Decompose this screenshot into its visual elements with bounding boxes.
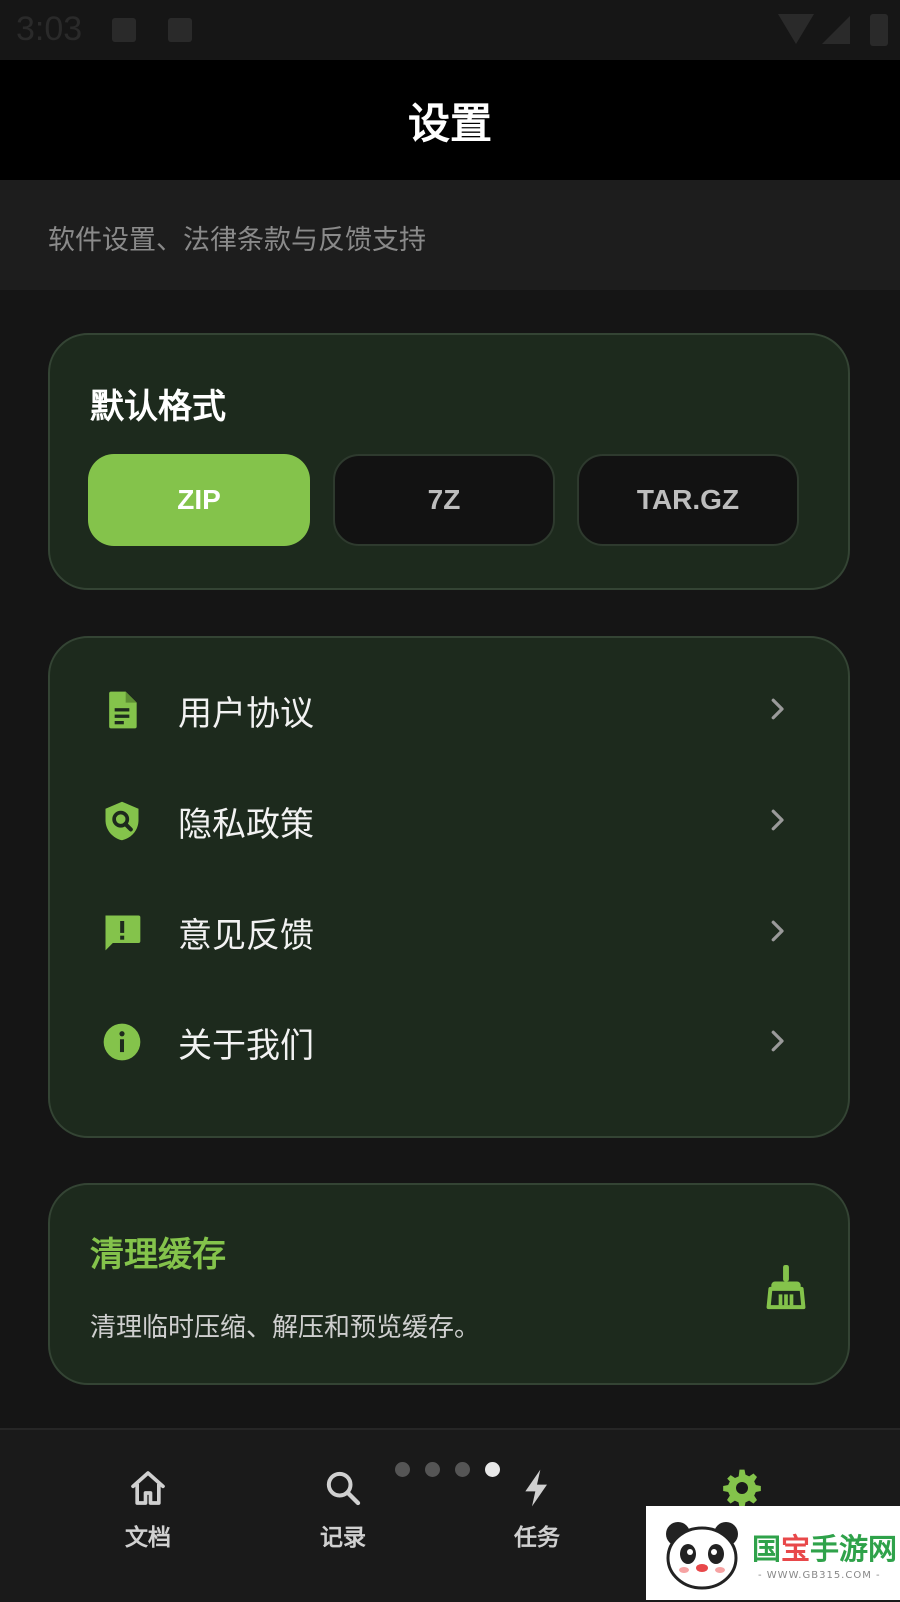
page-dot [425, 1462, 440, 1477]
status-time: 3:03 [16, 10, 83, 48]
format-targz-button[interactable]: TAR.GZ [577, 454, 799, 546]
nav-label-tasks: 任务 [514, 1525, 560, 1551]
default-format-card: 默认格式 ZIP 7Z TAR.GZ [48, 333, 850, 590]
broom-icon[interactable] [764, 1263, 808, 1311]
watermark-logo: 国宝手游网 - WWW.GB315.COM - [646, 1506, 900, 1600]
status-bar: 3:03 [0, 0, 900, 60]
links-card: 用户协议 隐私政策 意见反馈 关于我们 [48, 636, 850, 1138]
page-dot [455, 1462, 470, 1477]
notification-app-icon [168, 18, 192, 42]
about-us-label: 关于我们 [178, 1026, 314, 1066]
panda-icon [666, 1522, 738, 1590]
signal-icon [822, 16, 850, 44]
document-icon [109, 691, 137, 729]
default-format-title: 默认格式 [90, 387, 226, 427]
page-title: 设置 [407, 98, 492, 148]
privacy-policy-label: 隐私政策 [178, 805, 314, 845]
nav-item-records[interactable]: 记录 [283, 1468, 403, 1568]
watermark-url: - WWW.GB315.COM - [758, 1570, 881, 1581]
gear-icon [723, 1469, 761, 1508]
info-icon [103, 1023, 141, 1061]
format-zip-button[interactable]: ZIP [88, 454, 310, 546]
privacy-policy-row[interactable]: 隐私政策 [50, 765, 848, 877]
search-icon [326, 1471, 361, 1506]
bolt-icon [525, 1469, 547, 1507]
about-us-row[interactable]: 关于我们 [50, 986, 848, 1098]
subtitle-band: 软件设置、法律条款与反馈支持 [0, 180, 900, 290]
chevron-right-icon [771, 920, 784, 942]
header: 设置 [0, 60, 900, 180]
feedback-row[interactable]: 意见反馈 [50, 876, 848, 988]
user-agreement-label: 用户协议 [178, 694, 314, 734]
nav-item-tasks[interactable]: 任务 [477, 1468, 597, 1568]
clear-cache-title: 清理缓存 [90, 1235, 226, 1275]
clear-cache-card[interactable]: 清理缓存 清理临时压缩、解压和预览缓存。 [48, 1183, 850, 1385]
shield-search-icon [105, 801, 139, 841]
nav-item-documents[interactable]: 文档 [88, 1468, 208, 1568]
chevron-right-icon [771, 1030, 784, 1052]
status-icons [778, 14, 888, 46]
feedback-label: 意见反馈 [178, 916, 314, 956]
home-icon [131, 1471, 165, 1505]
wifi-icon [778, 14, 814, 44]
user-agreement-row[interactable]: 用户协议 [50, 654, 848, 766]
page-subtitle: 软件设置、法律条款与反馈支持 [48, 225, 426, 256]
nav-label-records: 记录 [320, 1525, 366, 1551]
chevron-right-icon [771, 809, 784, 831]
nav-label-documents: 文档 [125, 1525, 171, 1551]
chevron-right-icon [771, 698, 784, 720]
battery-icon [870, 14, 888, 46]
watermark-brand: 国宝手游网 [752, 1532, 898, 1566]
notification-image-icon [112, 18, 136, 42]
format-7z-button[interactable]: 7Z [333, 454, 555, 546]
feedback-icon [105, 915, 141, 951]
clear-cache-description: 清理临时压缩、解压和预览缓存。 [90, 1313, 481, 1343]
